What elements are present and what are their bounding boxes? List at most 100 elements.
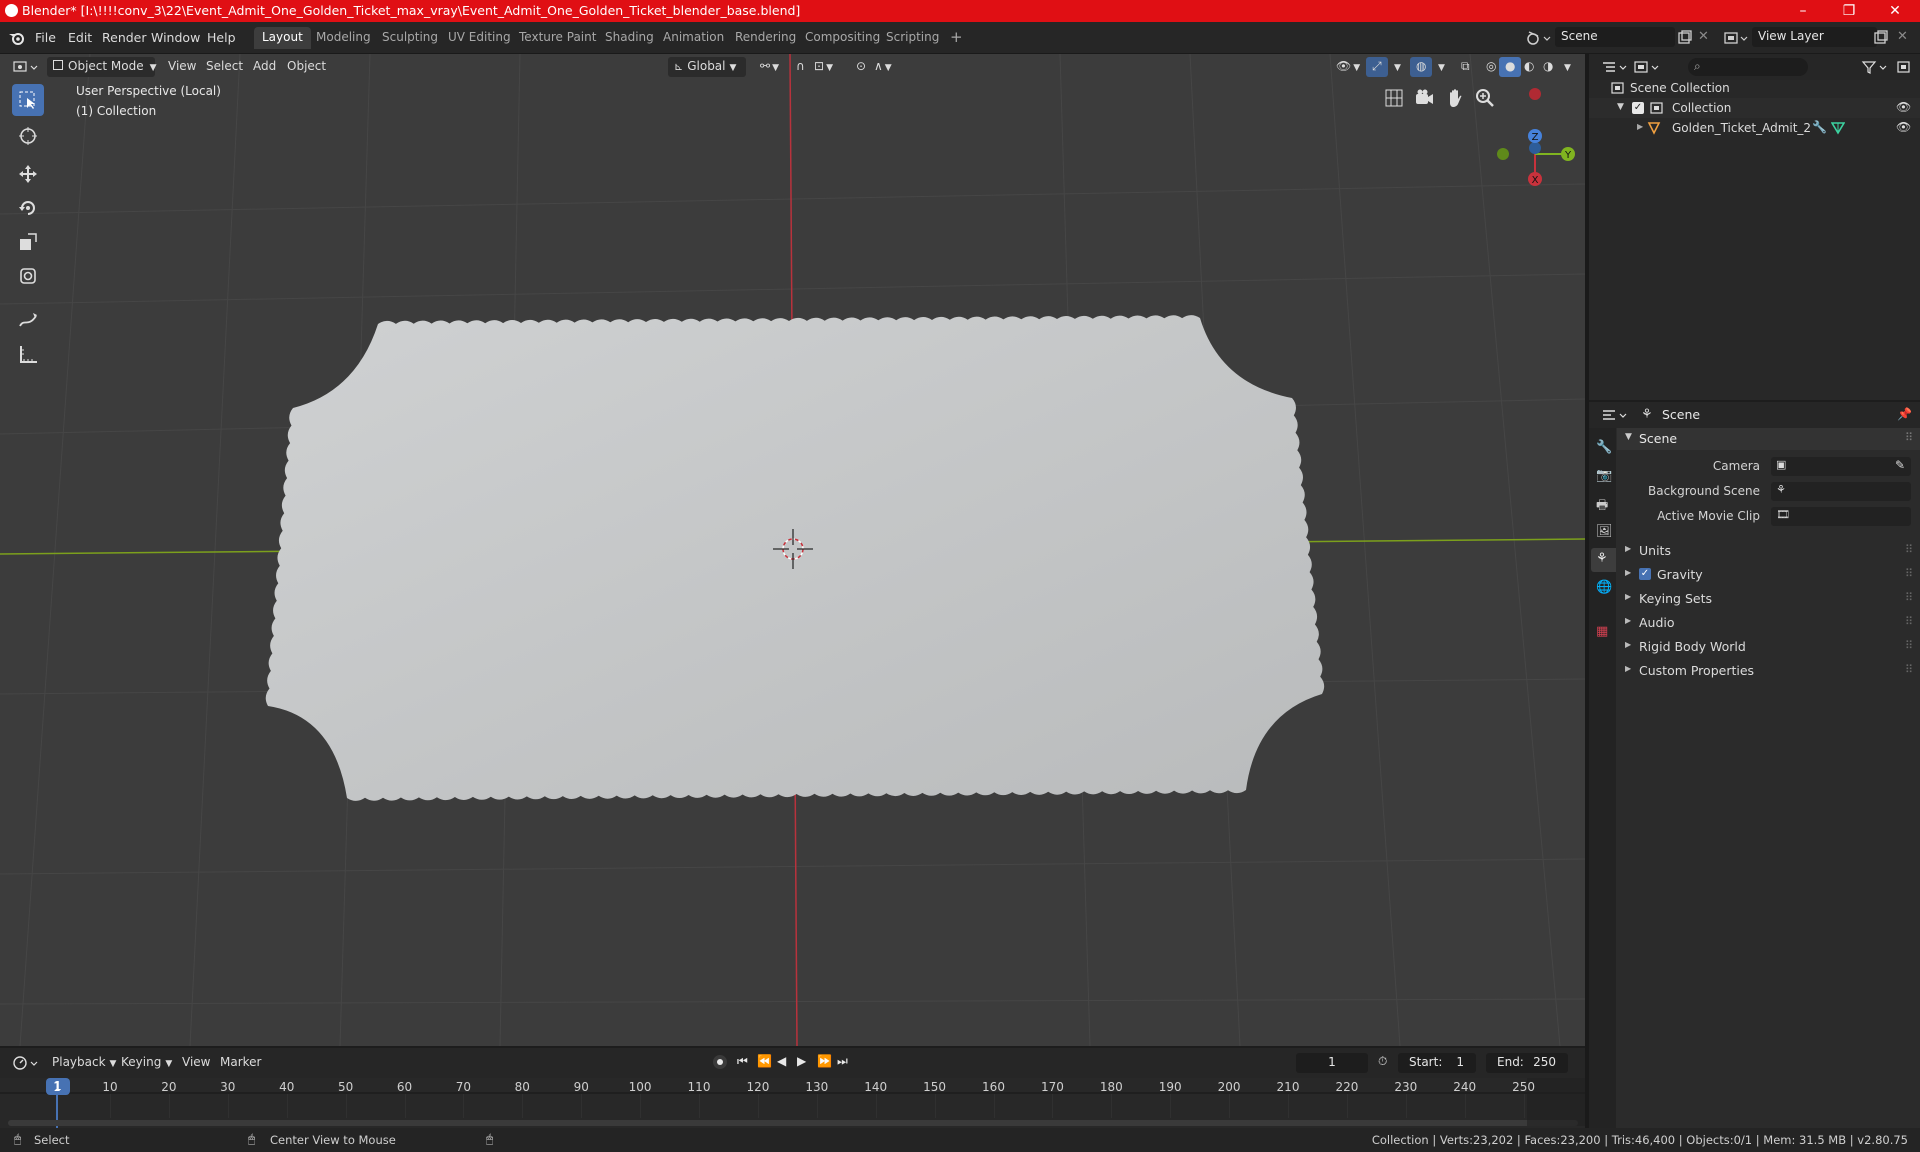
xray-toggle[interactable]: ⧉	[1455, 57, 1476, 77]
tab-rendering[interactable]: Rendering	[727, 27, 804, 49]
tool-cursor[interactable]	[12, 120, 44, 152]
proportional-falloff-dropdown[interactable]: ∧ ▼	[868, 57, 898, 77]
panel-enable-checkbox[interactable]: ✓	[1639, 568, 1651, 580]
view-layer-field[interactable]: View Layer	[1752, 27, 1877, 47]
scene-panel-header[interactable]: ▼ Scene ⠿	[1617, 428, 1920, 450]
viewport-menu-object[interactable]: Object	[281, 57, 332, 77]
outliner-search-input[interactable]: ⌕	[1688, 58, 1808, 76]
tab-shading[interactable]: Shading	[597, 27, 662, 49]
tab-animation[interactable]: Animation	[655, 27, 732, 49]
gizmo-dropdown[interactable]: ▼	[1388, 57, 1407, 77]
axis-gizmo[interactable]: Z Y X	[1490, 84, 1580, 194]
minimize-button[interactable]: –	[1780, 0, 1826, 22]
tab-sculpting[interactable]: Sculpting	[374, 27, 446, 49]
drag-handle-icon[interactable]: ⠿	[1905, 615, 1913, 628]
viewport-menu-add[interactable]: Add	[247, 57, 282, 77]
snap-element-dropdown[interactable]: ⊡ ▼	[808, 57, 839, 77]
new-collection-icon[interactable]	[1896, 59, 1912, 75]
pin-icon[interactable]: 📌	[1897, 407, 1912, 421]
editor-type-icon[interactable]	[12, 59, 40, 75]
menu-help[interactable]: Help	[207, 30, 236, 45]
menu-edit[interactable]: Edit	[68, 30, 92, 45]
delete-view-layer-icon[interactable]: ✕	[1897, 29, 1908, 44]
expand-arrow-icon[interactable]: ▼	[1617, 102, 1624, 112]
view-layer-icon[interactable]	[1723, 30, 1749, 46]
outliner-row-collection[interactable]: ▼ ✓ Collection 👁	[1589, 98, 1920, 118]
gizmo-toggle[interactable]: ⤢	[1366, 57, 1388, 77]
stopwatch-icon[interactable]: ⏱	[1378, 1054, 1387, 1069]
collection-visibility-eye-icon[interactable]: 👁	[1896, 100, 1911, 114]
camera-view-icon[interactable]	[1414, 88, 1434, 108]
scene-field[interactable]: Scene	[1555, 27, 1675, 47]
tool-rotate[interactable]	[12, 192, 44, 224]
tab-uv-editing[interactable]: UV Editing	[440, 27, 519, 49]
drag-handle-icon[interactable]: ⠿	[1905, 431, 1913, 444]
play-reverse-icon[interactable]: ◀	[777, 1054, 786, 1068]
drag-handle-icon[interactable]: ⠿	[1905, 591, 1913, 604]
drag-handle-icon[interactable]: ⠿	[1905, 567, 1913, 580]
tool-measure[interactable]	[12, 338, 44, 370]
tool-move[interactable]	[12, 158, 44, 190]
viewport-canvas[interactable]	[0, 54, 1585, 1046]
jump-keyframe-forward-icon[interactable]: ⏩	[817, 1054, 832, 1068]
properties-panel-audio[interactable]: ▶ Audio ⠿	[1617, 612, 1920, 634]
visibility-dropdown[interactable]: 👁 ▼	[1330, 57, 1366, 77]
filter-icon[interactable]	[1861, 59, 1889, 75]
texture-tab-icon[interactable]: ▦	[1596, 624, 1608, 639]
viewport-menu-select[interactable]: Select	[200, 57, 249, 77]
grid-view-icon[interactable]	[1384, 88, 1404, 108]
scene-tab[interactable]: ⚘	[1591, 548, 1616, 572]
camera-field[interactable]: ▣	[1771, 457, 1911, 476]
background-scene-field[interactable]: ⚘	[1771, 482, 1911, 501]
tab-modeling[interactable]: Modeling	[308, 27, 379, 49]
view-layer-tab-icon[interactable]: 🖼	[1596, 524, 1613, 539]
start-frame-field[interactable]: Start: 1	[1398, 1053, 1476, 1073]
properties-panel-keying-sets[interactable]: ▶ Keying Sets ⠿	[1617, 588, 1920, 610]
jump-keyframe-back-icon[interactable]: ⏪	[757, 1054, 772, 1068]
tab-compositing[interactable]: Compositing	[797, 27, 888, 49]
drag-handle-icon[interactable]: ⠿	[1905, 543, 1913, 556]
drag-handle-icon[interactable]: ⠿	[1905, 639, 1913, 652]
timeline-menu-view[interactable]: View	[176, 1053, 216, 1073]
end-frame-field[interactable]: End: 250	[1486, 1053, 1568, 1073]
expand-arrow-icon[interactable]: ▶	[1637, 122, 1643, 131]
outliner-editor-type-icon[interactable]	[1601, 59, 1629, 75]
menu-render[interactable]: Render	[102, 30, 147, 45]
timeline-menu-keying[interactable]: Keying ▼	[115, 1053, 178, 1073]
properties-panel-custom-properties[interactable]: ▶ Custom Properties ⠿	[1617, 660, 1920, 682]
maximize-button[interactable]: ❐	[1826, 0, 1872, 22]
record-button[interactable]	[713, 1055, 727, 1069]
tool-select-box[interactable]	[12, 84, 44, 116]
shading-dropdown[interactable]: ▼	[1558, 57, 1577, 77]
new-view-layer-icon[interactable]	[1873, 30, 1889, 46]
delete-scene-icon[interactable]: ✕	[1698, 29, 1709, 44]
tool-scale[interactable]	[12, 226, 44, 258]
jump-end-icon[interactable]: ⏭	[837, 1054, 848, 1069]
viewport-menu-view[interactable]: View	[162, 57, 202, 77]
tool-settings-tab-icon[interactable]: 🔧	[1596, 440, 1612, 455]
timeline-menu-playback[interactable]: Playback ▼	[46, 1053, 122, 1073]
add-workspace-button[interactable]: +	[942, 27, 971, 49]
tab-layout[interactable]: Layout	[254, 27, 311, 49]
overlay-dropdown[interactable]: ▼	[1432, 57, 1451, 77]
close-button[interactable]: ✕	[1872, 0, 1918, 22]
tab-texture-paint[interactable]: Texture Paint	[511, 27, 604, 49]
collection-checkbox[interactable]: ✓	[1632, 102, 1644, 114]
mesh-data-icon[interactable]	[1831, 121, 1845, 135]
current-frame-field[interactable]: 1	[1296, 1053, 1368, 1073]
play-icon[interactable]: ▶	[797, 1054, 806, 1068]
menu-file[interactable]: File	[35, 30, 56, 45]
blender-menu-icon[interactable]	[8, 30, 26, 46]
timeline-scrollbar[interactable]	[8, 1120, 1578, 1126]
object-visibility-eye-icon[interactable]: 👁	[1896, 120, 1911, 134]
properties-panel-units[interactable]: ▶ Units ⠿	[1617, 540, 1920, 562]
timeline-menu-marker[interactable]: Marker	[214, 1053, 267, 1073]
properties-editor-type-icon[interactable]	[1601, 407, 1629, 423]
tab-scripting[interactable]: Scripting	[878, 27, 947, 49]
object-mode-dropdown[interactable]: Object Mode ▼	[47, 57, 157, 77]
pan-hand-icon[interactable]	[1445, 88, 1465, 108]
display-mode-icon[interactable]	[1633, 59, 1661, 75]
timeline-editor-type-icon[interactable]	[12, 1055, 40, 1071]
menu-window[interactable]: Window	[151, 30, 200, 45]
outliner-row-object[interactable]: ▶ Golden_Ticket_Admit_2 🔧 👁	[1589, 118, 1920, 138]
